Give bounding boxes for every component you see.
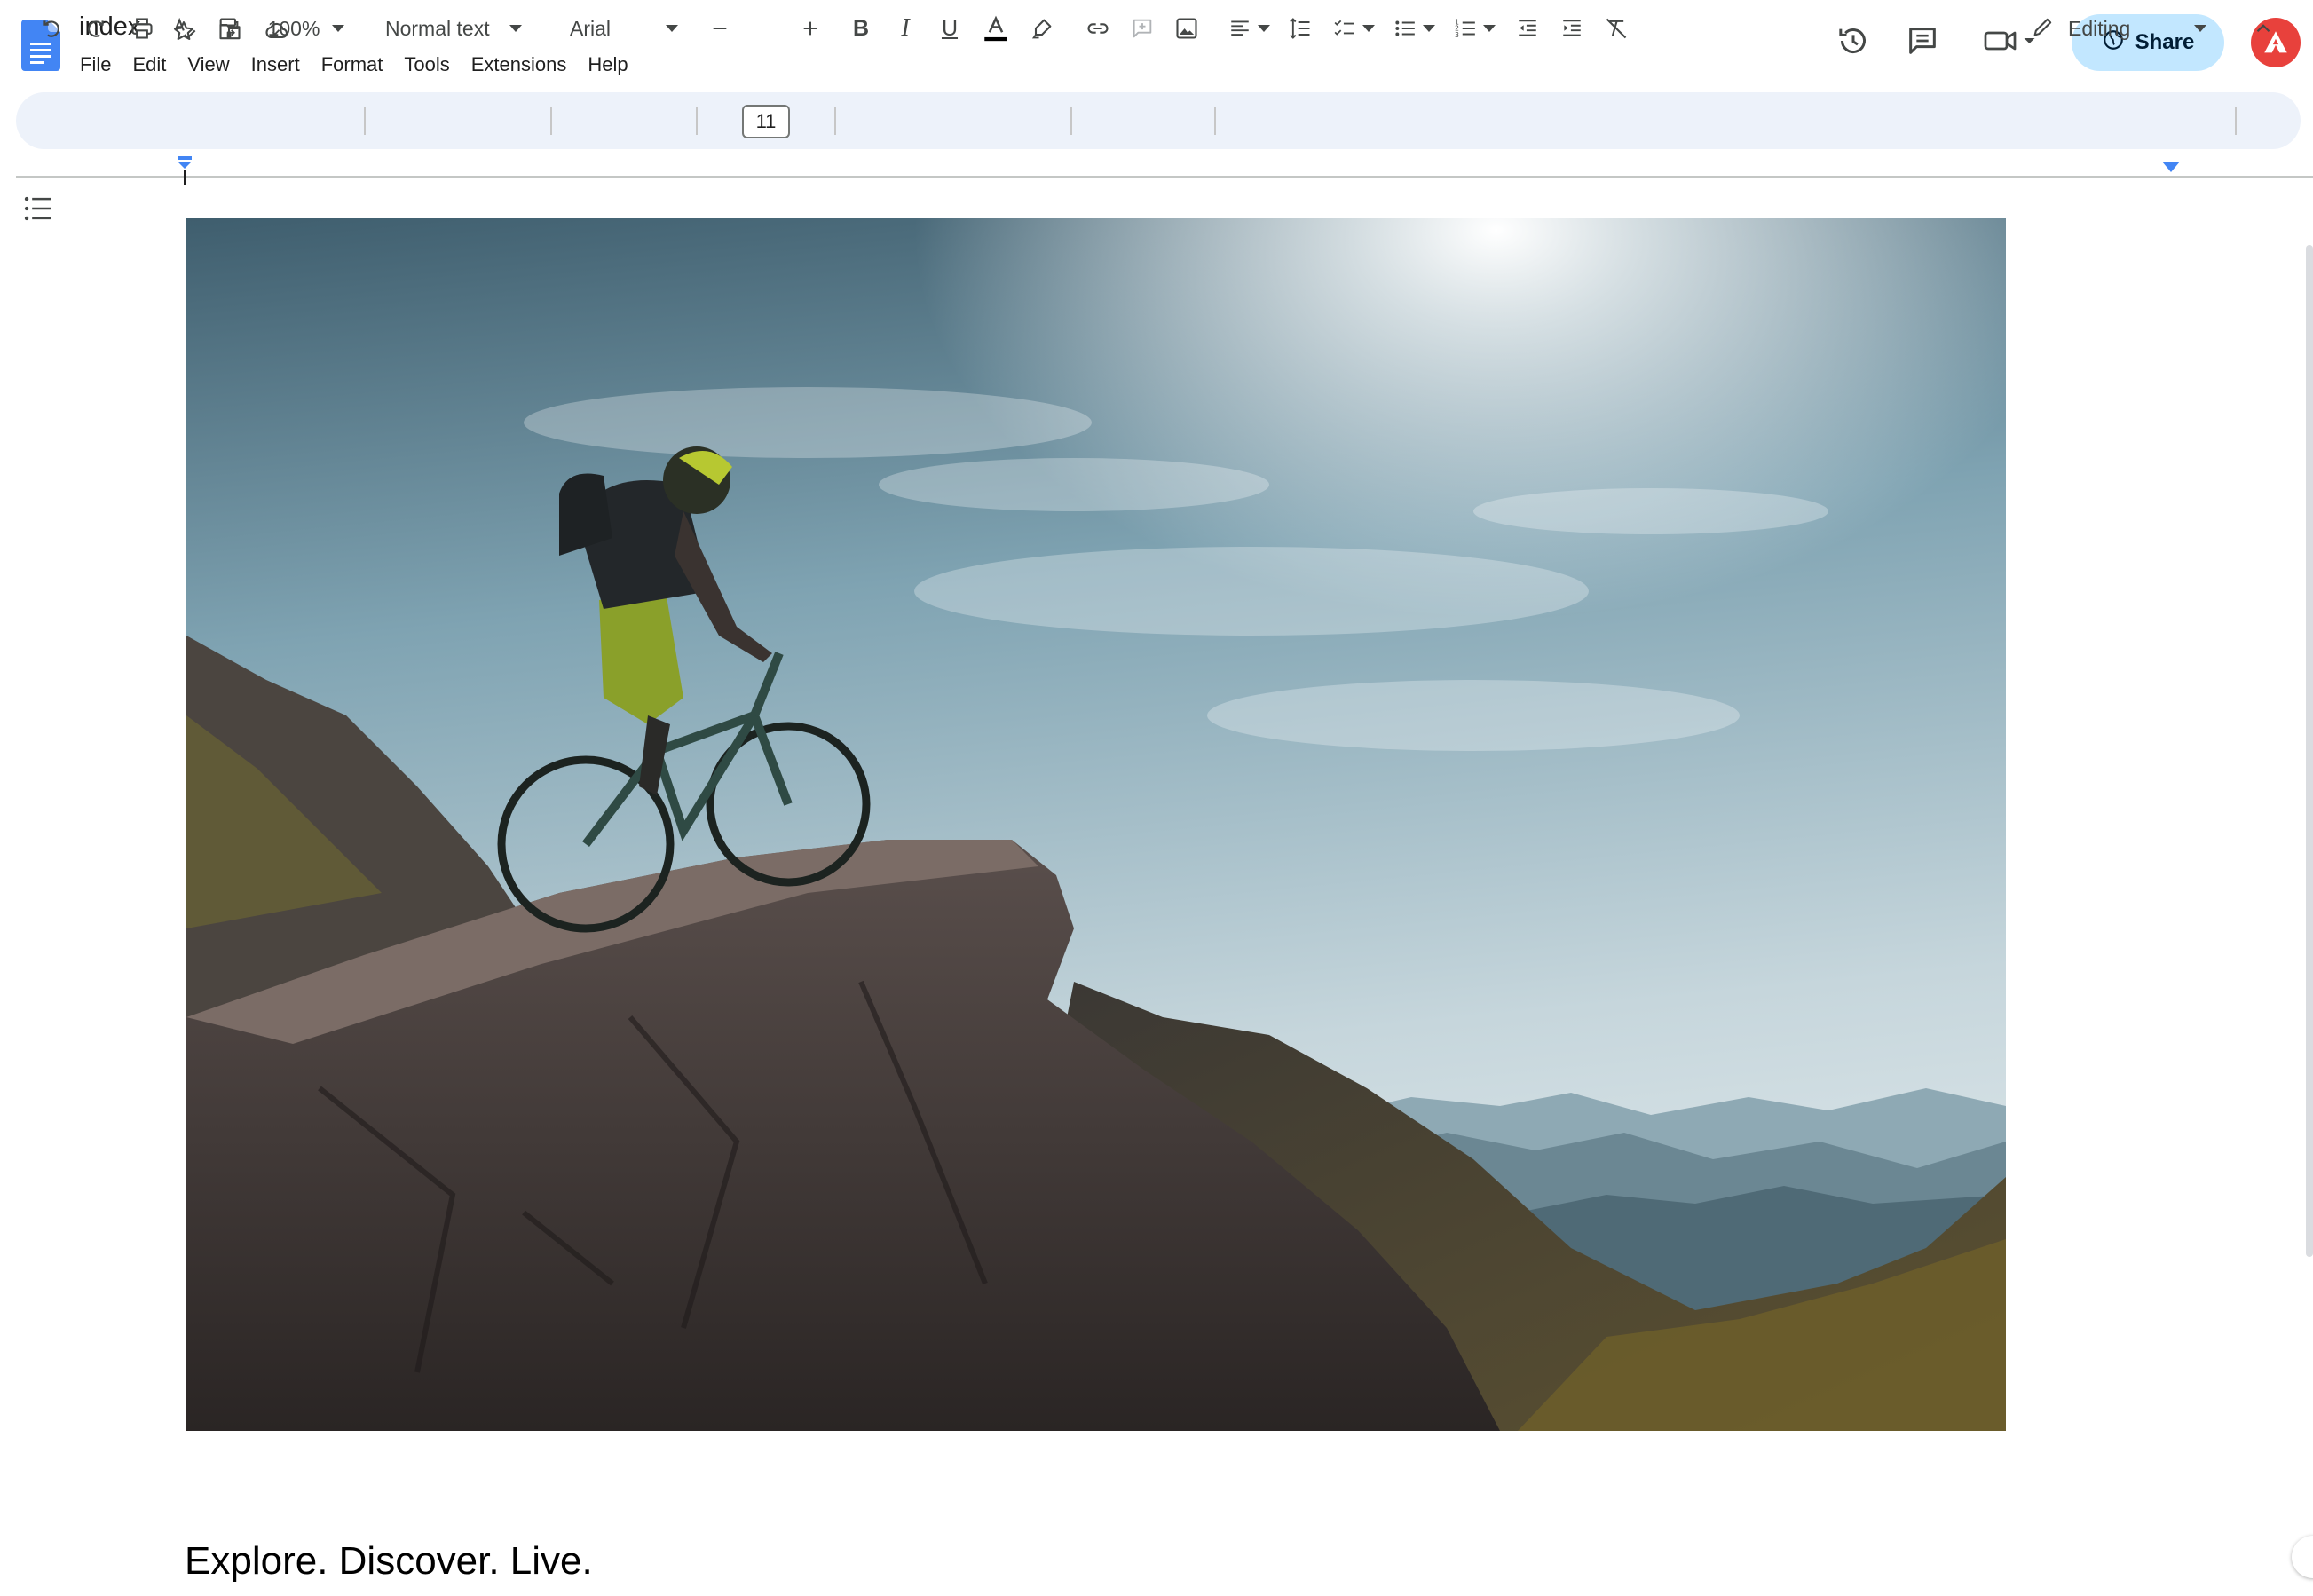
toolbar-divider — [364, 107, 366, 135]
editing-mode-value: Editing — [2068, 16, 2131, 40]
paragraph-style-select[interactable]: Normal text — [380, 7, 536, 50]
numbered-list-icon[interactable]: 123 — [1449, 7, 1500, 50]
svg-text:3: 3 — [1455, 31, 1459, 39]
text-color-icon[interactable] — [978, 7, 1014, 50]
clear-formatting-icon[interactable] — [1599, 7, 1633, 50]
document-body-text[interactable]: Explore. Discover. Live. — [185, 1539, 593, 1584]
decrease-font-icon[interactable] — [707, 7, 733, 50]
menu-view[interactable]: View — [177, 50, 240, 80]
zoom-select[interactable]: 100% — [257, 7, 355, 50]
collapse-menus-icon[interactable] — [2246, 7, 2281, 50]
undo-icon[interactable] — [36, 7, 67, 50]
toolbar-divider — [550, 107, 552, 135]
menu-insert[interactable]: Insert — [241, 50, 311, 80]
menu-format[interactable]: Format — [311, 50, 394, 80]
bulleted-list-icon[interactable] — [1388, 7, 1440, 50]
menu-bar: File Edit View Insert Format Tools Exten… — [69, 50, 639, 80]
highlight-icon[interactable] — [1026, 7, 1058, 50]
left-indent-marker[interactable] — [176, 156, 193, 191]
decrease-indent-icon[interactable] — [1511, 7, 1544, 50]
italic-icon[interactable]: I — [889, 7, 921, 50]
document-outline-icon[interactable] — [23, 195, 62, 227]
side-panel-toggle-icon[interactable] — [2292, 1536, 2313, 1578]
chevron-down-icon — [2194, 25, 2206, 32]
menu-help[interactable]: Help — [577, 50, 638, 80]
checklist-icon[interactable] — [1328, 7, 1379, 50]
toolbar-divider — [1214, 107, 1216, 135]
menu-tools[interactable]: Tools — [393, 50, 460, 80]
increase-indent-icon[interactable] — [1555, 7, 1589, 50]
chevron-down-icon — [1483, 25, 1496, 32]
increase-font-icon[interactable] — [797, 7, 824, 50]
underline-icon[interactable]: U — [934, 7, 966, 50]
chevron-down-icon — [666, 25, 678, 32]
chevron-down-icon — [509, 25, 522, 32]
redo-icon[interactable] — [80, 7, 112, 50]
bold-icon[interactable]: B — [845, 7, 877, 50]
paint-format-icon[interactable] — [213, 7, 245, 50]
right-indent-marker[interactable] — [2162, 162, 2180, 178]
toolbar-divider — [696, 107, 698, 135]
chevron-down-icon — [332, 25, 345, 32]
toolbar-divider — [2235, 107, 2237, 135]
menu-edit[interactable]: Edit — [122, 50, 177, 80]
menu-file[interactable]: File — [69, 50, 122, 80]
font-value: Arial — [570, 16, 612, 40]
print-icon[interactable] — [124, 7, 160, 50]
toolbar-divider — [834, 107, 836, 135]
comments-icon[interactable] — [1901, 20, 1944, 62]
vertical-scrollbar[interactable] — [2306, 245, 2313, 1257]
align-left-icon[interactable] — [1225, 7, 1273, 50]
toolbar-divider — [1070, 107, 1072, 135]
chevron-down-icon — [1362, 25, 1375, 32]
version-history-icon[interactable] — [1832, 20, 1875, 62]
formatting-toolbar — [16, 92, 2301, 149]
menu-extensions[interactable]: Extensions — [461, 50, 578, 80]
font-size-input[interactable]: 11 — [742, 105, 790, 138]
spellcheck-icon[interactable] — [169, 7, 201, 50]
paragraph-style-value: Normal text — [385, 16, 490, 40]
insert-image-icon[interactable] — [1170, 7, 1204, 50]
mountain-biker-on-cliff-photo[interactable] — [186, 218, 2006, 1431]
font-select[interactable]: Arial — [564, 7, 682, 50]
line-spacing-icon[interactable] — [1283, 7, 1317, 50]
link-icon[interactable] — [1081, 7, 1115, 50]
pencil-icon — [2031, 14, 2056, 43]
editing-mode-select[interactable]: Editing — [2024, 7, 2215, 50]
horizontal-ruler — [16, 176, 2313, 178]
zoom-value: 100% — [267, 16, 320, 40]
add-comment-icon[interactable] — [1125, 7, 1159, 50]
chevron-down-icon — [1258, 25, 1270, 32]
chevron-down-icon — [1423, 25, 1435, 32]
